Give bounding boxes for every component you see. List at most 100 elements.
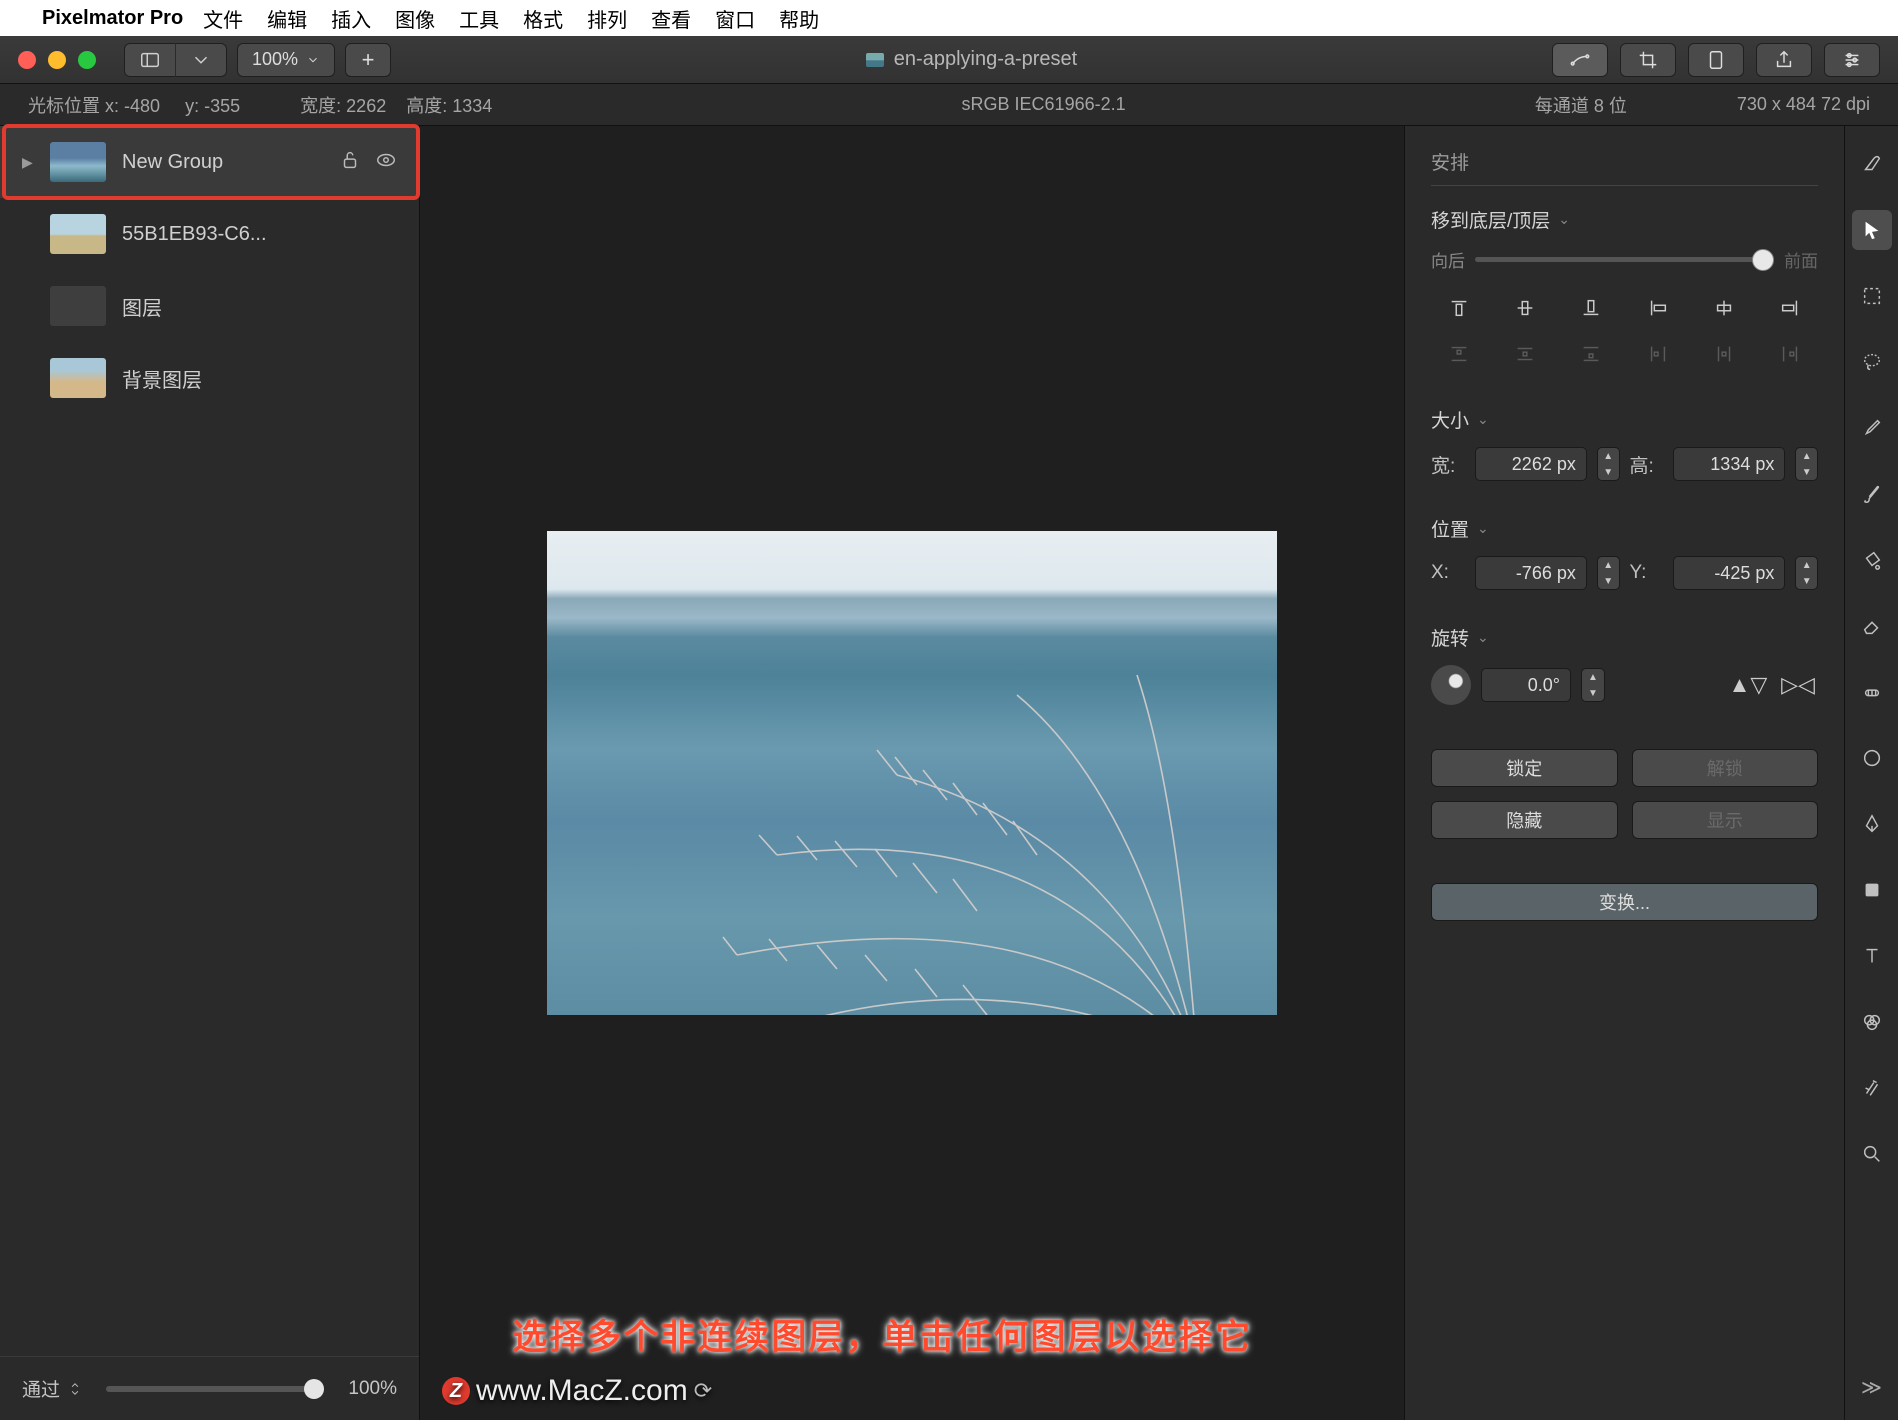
blend-mode-dropdown[interactable]: 通过 bbox=[22, 1375, 82, 1402]
menu-image[interactable]: 图像 bbox=[395, 4, 435, 33]
align-bottom-button[interactable] bbox=[1563, 290, 1619, 326]
layers-panel: ▶ New Group 55B1EB93-C6... 图层 背景图层 bbox=[0, 126, 420, 1420]
shape-tool-icon[interactable] bbox=[1852, 870, 1892, 910]
y-input[interactable]: -425 px bbox=[1673, 556, 1785, 590]
zoom-value: 100% bbox=[252, 49, 298, 70]
eraser-tool-icon[interactable] bbox=[1852, 606, 1892, 646]
close-window-button[interactable] bbox=[18, 51, 36, 69]
app-name[interactable]: Pixelmator Pro bbox=[42, 7, 183, 30]
zoom-dropdown[interactable]: 100% bbox=[237, 43, 335, 77]
menu-tools[interactable]: 工具 bbox=[459, 4, 499, 33]
color-adjustments-button[interactable] bbox=[1552, 43, 1608, 77]
show-button[interactable]: 显示 bbox=[1632, 801, 1819, 839]
width-stepper[interactable]: ▲▼ bbox=[1597, 447, 1620, 481]
layer-thumb-icon bbox=[50, 286, 106, 326]
repair-tool-icon[interactable] bbox=[1852, 672, 1892, 712]
opacity-slider[interactable] bbox=[106, 1386, 324, 1392]
cursor-y-value: -355 bbox=[204, 96, 240, 116]
warp-tool-icon[interactable] bbox=[1852, 738, 1892, 778]
minimize-window-button[interactable] bbox=[48, 51, 66, 69]
menu-edit[interactable]: 编辑 bbox=[267, 4, 307, 33]
width-label: 宽度: bbox=[300, 96, 341, 116]
layer-name: 图层 bbox=[122, 292, 162, 321]
more-tools-button[interactable]: ≫ bbox=[1861, 1375, 1882, 1400]
text-tool-icon[interactable] bbox=[1852, 936, 1892, 976]
menu-file[interactable]: 文件 bbox=[203, 4, 243, 33]
menu-arrange[interactable]: 排列 bbox=[587, 4, 627, 33]
color-adjust-tool-icon[interactable] bbox=[1852, 1002, 1892, 1042]
dist-top-button[interactable] bbox=[1431, 336, 1487, 372]
format-inspector-button[interactable] bbox=[1688, 43, 1744, 77]
layer-row[interactable]: 55B1EB93-C6... bbox=[0, 198, 419, 270]
canvas-image[interactable] bbox=[547, 531, 1277, 1015]
align-left-button[interactable] bbox=[1630, 290, 1686, 326]
width-input[interactable]: 2262 px bbox=[1475, 447, 1587, 481]
arrange-tool-icon[interactable] bbox=[1852, 210, 1892, 250]
position-section[interactable]: 位置⌄ bbox=[1431, 515, 1818, 542]
layer-row[interactable]: 背景图层 bbox=[0, 342, 419, 414]
transform-button[interactable]: 变换... bbox=[1431, 883, 1818, 921]
height-value: 1334 bbox=[452, 96, 492, 116]
align-hcenter-button[interactable] bbox=[1696, 290, 1752, 326]
dist-left-button[interactable] bbox=[1630, 336, 1686, 372]
fullscreen-window-button[interactable] bbox=[78, 51, 96, 69]
align-top-button[interactable] bbox=[1431, 290, 1487, 326]
dist-right-button[interactable] bbox=[1762, 336, 1818, 372]
fill-tool-icon[interactable] bbox=[1852, 540, 1892, 580]
menu-format[interactable]: 格式 bbox=[523, 4, 563, 33]
brush-tool-icon[interactable] bbox=[1852, 474, 1892, 514]
dist-vcenter-button[interactable] bbox=[1497, 336, 1553, 372]
rotation-stepper[interactable]: ▲▼ bbox=[1581, 668, 1605, 702]
y-stepper[interactable]: ▲▼ bbox=[1795, 556, 1818, 590]
refresh-icon: ⟳ bbox=[694, 1378, 712, 1404]
unlock-button[interactable]: 解锁 bbox=[1632, 749, 1819, 787]
zoom-tool-icon[interactable] bbox=[1852, 1134, 1892, 1174]
canvas-area[interactable]: 选择多个非连续图层，单击任何图层以选择它 Z www.MacZ.com ⟳ bbox=[420, 126, 1404, 1420]
mac-menubar: Pixelmator Pro 文件 编辑 插入 图像 工具 格式 排列 查看 窗… bbox=[0, 0, 1898, 36]
share-button[interactable] bbox=[1756, 43, 1812, 77]
style-tool-icon[interactable] bbox=[1852, 144, 1892, 184]
align-right-button[interactable] bbox=[1762, 290, 1818, 326]
back-label: 向后 bbox=[1431, 247, 1465, 272]
distribute-buttons-row bbox=[1431, 336, 1818, 372]
watermark-logo-icon: Z bbox=[442, 1377, 470, 1405]
align-vcenter-button[interactable] bbox=[1497, 290, 1553, 326]
layer-name: 55B1EB93-C6... bbox=[122, 223, 267, 246]
layer-order-slider[interactable] bbox=[1475, 257, 1774, 262]
dist-hcenter-button[interactable] bbox=[1696, 336, 1752, 372]
menu-insert[interactable]: 插入 bbox=[331, 4, 371, 33]
add-button[interactable]: + bbox=[345, 43, 391, 77]
hide-button[interactable]: 隐藏 bbox=[1431, 801, 1618, 839]
crop-button[interactable] bbox=[1620, 43, 1676, 77]
effects-tool-icon[interactable] bbox=[1852, 1068, 1892, 1108]
tool-rail: ≫ bbox=[1844, 126, 1898, 1420]
menu-window[interactable]: 窗口 bbox=[715, 4, 755, 33]
pen-tool-icon[interactable] bbox=[1852, 804, 1892, 844]
eyedropper-tool-icon[interactable] bbox=[1852, 408, 1892, 448]
flip-horizontal-button[interactable]: ▲▽ bbox=[1728, 672, 1768, 698]
arrange-inspector: 安排 移到底层/顶层⌄ 向后 前面 大小⌄ bbox=[1404, 126, 1844, 1420]
lock-button[interactable]: 锁定 bbox=[1431, 749, 1618, 787]
y-label: Y: bbox=[1630, 562, 1664, 584]
flip-vertical-button[interactable]: ▷◁ bbox=[1778, 672, 1818, 698]
rotation-dial[interactable] bbox=[1431, 665, 1471, 705]
x-input[interactable]: -766 px bbox=[1475, 556, 1587, 590]
sidebar-toggle-seg bbox=[124, 43, 227, 77]
height-input[interactable]: 1334 px bbox=[1673, 447, 1785, 481]
x-stepper[interactable]: ▲▼ bbox=[1597, 556, 1620, 590]
tool-options-button[interactable] bbox=[1824, 43, 1880, 77]
menu-view[interactable]: 查看 bbox=[651, 4, 691, 33]
cursor-x-label: 光标位置 x: bbox=[28, 96, 119, 116]
height-stepper[interactable]: ▲▼ bbox=[1795, 447, 1818, 481]
toggle-sidebar-button[interactable] bbox=[125, 43, 176, 77]
rotation-input[interactable]: 0.0° bbox=[1481, 668, 1571, 702]
size-section[interactable]: 大小⌄ bbox=[1431, 406, 1818, 433]
lasso-tool-icon[interactable] bbox=[1852, 342, 1892, 382]
rotate-section[interactable]: 旋转⌄ bbox=[1431, 624, 1818, 651]
sidebar-options-button[interactable] bbox=[176, 43, 226, 77]
marquee-tool-icon[interactable] bbox=[1852, 276, 1892, 316]
move-layer-dropdown[interactable]: 移到底层/顶层⌄ bbox=[1431, 206, 1818, 233]
menu-help[interactable]: 帮助 bbox=[779, 4, 819, 33]
dist-bottom-button[interactable] bbox=[1563, 336, 1619, 372]
layer-row[interactable]: 图层 bbox=[0, 270, 419, 342]
